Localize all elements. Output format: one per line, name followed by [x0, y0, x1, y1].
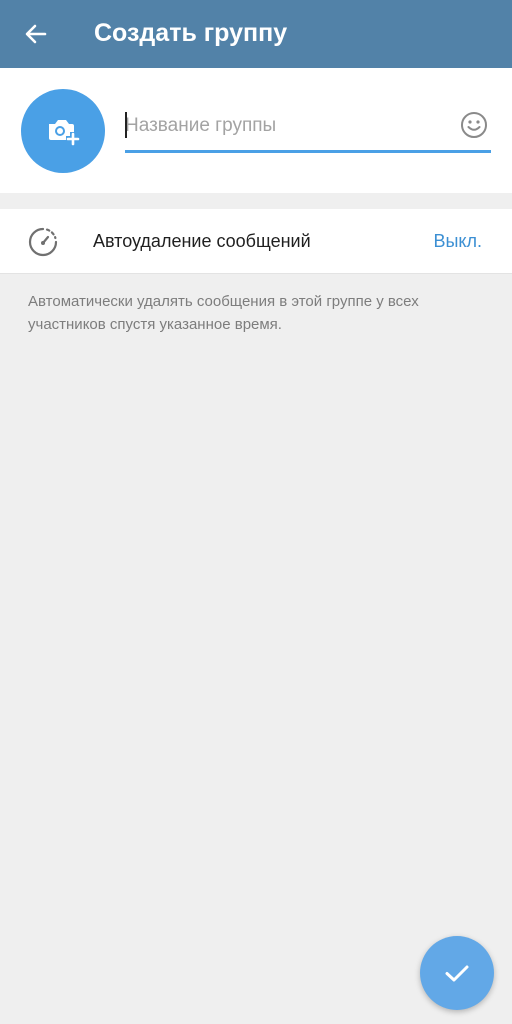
camera-add-icon: [49, 120, 80, 146]
check-icon: [445, 965, 469, 982]
back-button[interactable]: [14, 12, 58, 56]
timer-icon: [28, 227, 58, 257]
auto-delete-row[interactable]: Автоудаление сообщений Выкл.: [0, 209, 512, 274]
emoji-button[interactable]: [459, 110, 489, 140]
auto-delete-label: Автоудаление сообщений: [93, 231, 311, 251]
auto-delete-value[interactable]: Выкл.: [433, 230, 482, 252]
page-title: Создать группу: [94, 19, 288, 47]
group-header: [0, 68, 512, 193]
group-name-input[interactable]: [125, 108, 445, 144]
text-caret: [125, 112, 127, 138]
app-bar: Создать группу: [0, 0, 512, 68]
set-photo-button[interactable]: [21, 89, 105, 173]
group-name-field[interactable]: [125, 104, 491, 153]
confirm-button[interactable]: [420, 936, 494, 1010]
arrow-left-icon: [25, 24, 47, 44]
auto-delete-hint: Автоматически удалять сообщения в этой г…: [28, 293, 419, 333]
smiley-icon: [461, 112, 487, 138]
